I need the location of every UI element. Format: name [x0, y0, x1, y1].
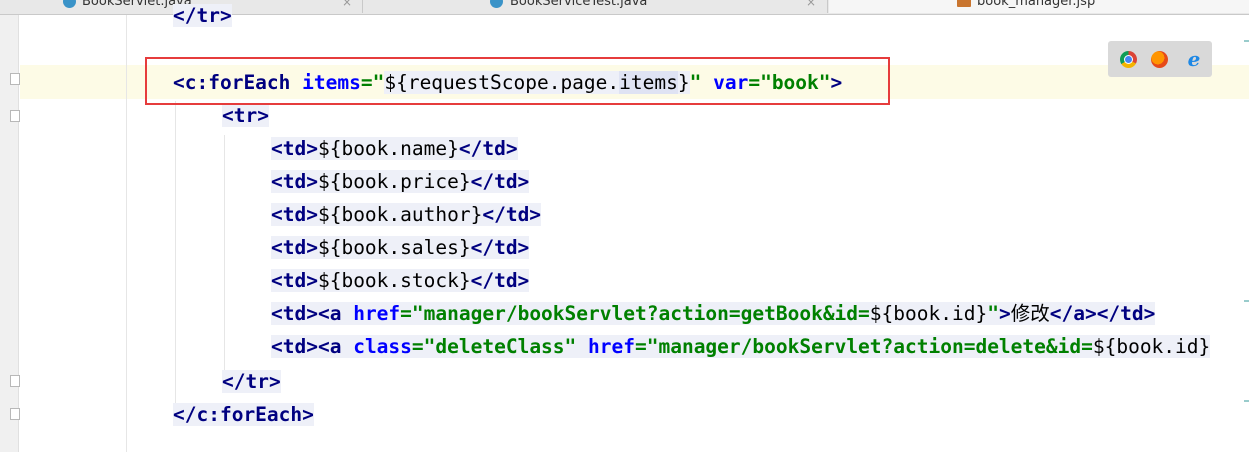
- indent-guide: [126, 15, 127, 452]
- indent-guide: [175, 101, 176, 421]
- fold-marker-icon[interactable]: [10, 73, 20, 85]
- code-line-td-sales: <td>${book.sales}</td>: [271, 236, 530, 259]
- tab-label: book_manager.jsp: [977, 0, 1096, 9]
- code-line-edit-link: <td><a href="manager/bookServlet?action=…: [271, 302, 1156, 325]
- tab-book-manager-jsp[interactable]: book_manager.jsp: [829, 0, 1249, 13]
- highlight-annotation-box: [145, 57, 890, 105]
- code-line-td-price: <td>${book.price}</td>: [271, 170, 530, 193]
- browser-preview-toolbar: e: [1108, 41, 1212, 77]
- code-line-td-name: <td>${book.name}</td>: [271, 137, 518, 160]
- close-icon[interactable]: ×: [806, 0, 816, 13]
- tab-bookservicetest[interactable]: BookServiceTest.java ×: [364, 0, 828, 13]
- chrome-icon[interactable]: [1120, 51, 1137, 68]
- tab-label: BookServiceTest.java: [510, 0, 648, 9]
- code-line-td-author: <td>${book.author}</td>: [271, 203, 542, 226]
- ie-icon[interactable]: e: [1184, 49, 1204, 69]
- scroll-marker: [1244, 40, 1249, 42]
- editor-gutter: [0, 15, 20, 452]
- indent-guide: [224, 135, 225, 385]
- code-line-tr-open: <tr>: [222, 104, 269, 127]
- scroll-marker: [1244, 300, 1249, 302]
- code-line-td-stock: <td>${book.stock}</td>: [271, 269, 530, 292]
- fold-marker-icon[interactable]: [10, 110, 20, 122]
- code-line-tr-close: </tr>: [222, 370, 281, 393]
- close-icon[interactable]: ×: [342, 0, 352, 13]
- jsp-file-icon: [957, 0, 971, 7]
- java-class-icon: [63, 0, 76, 8]
- java-class-icon: [490, 0, 503, 8]
- scroll-marker: [1244, 400, 1249, 402]
- code-line-foreach-close: </c:forEach>: [173, 403, 314, 426]
- firefox-icon[interactable]: [1151, 51, 1168, 68]
- fold-marker-icon[interactable]: [10, 408, 20, 420]
- fold-marker-icon[interactable]: [10, 375, 20, 387]
- code-line-delete-link: <td><a class="deleteClass" href="manager…: [271, 335, 1211, 358]
- code-line: </tr>: [173, 4, 232, 27]
